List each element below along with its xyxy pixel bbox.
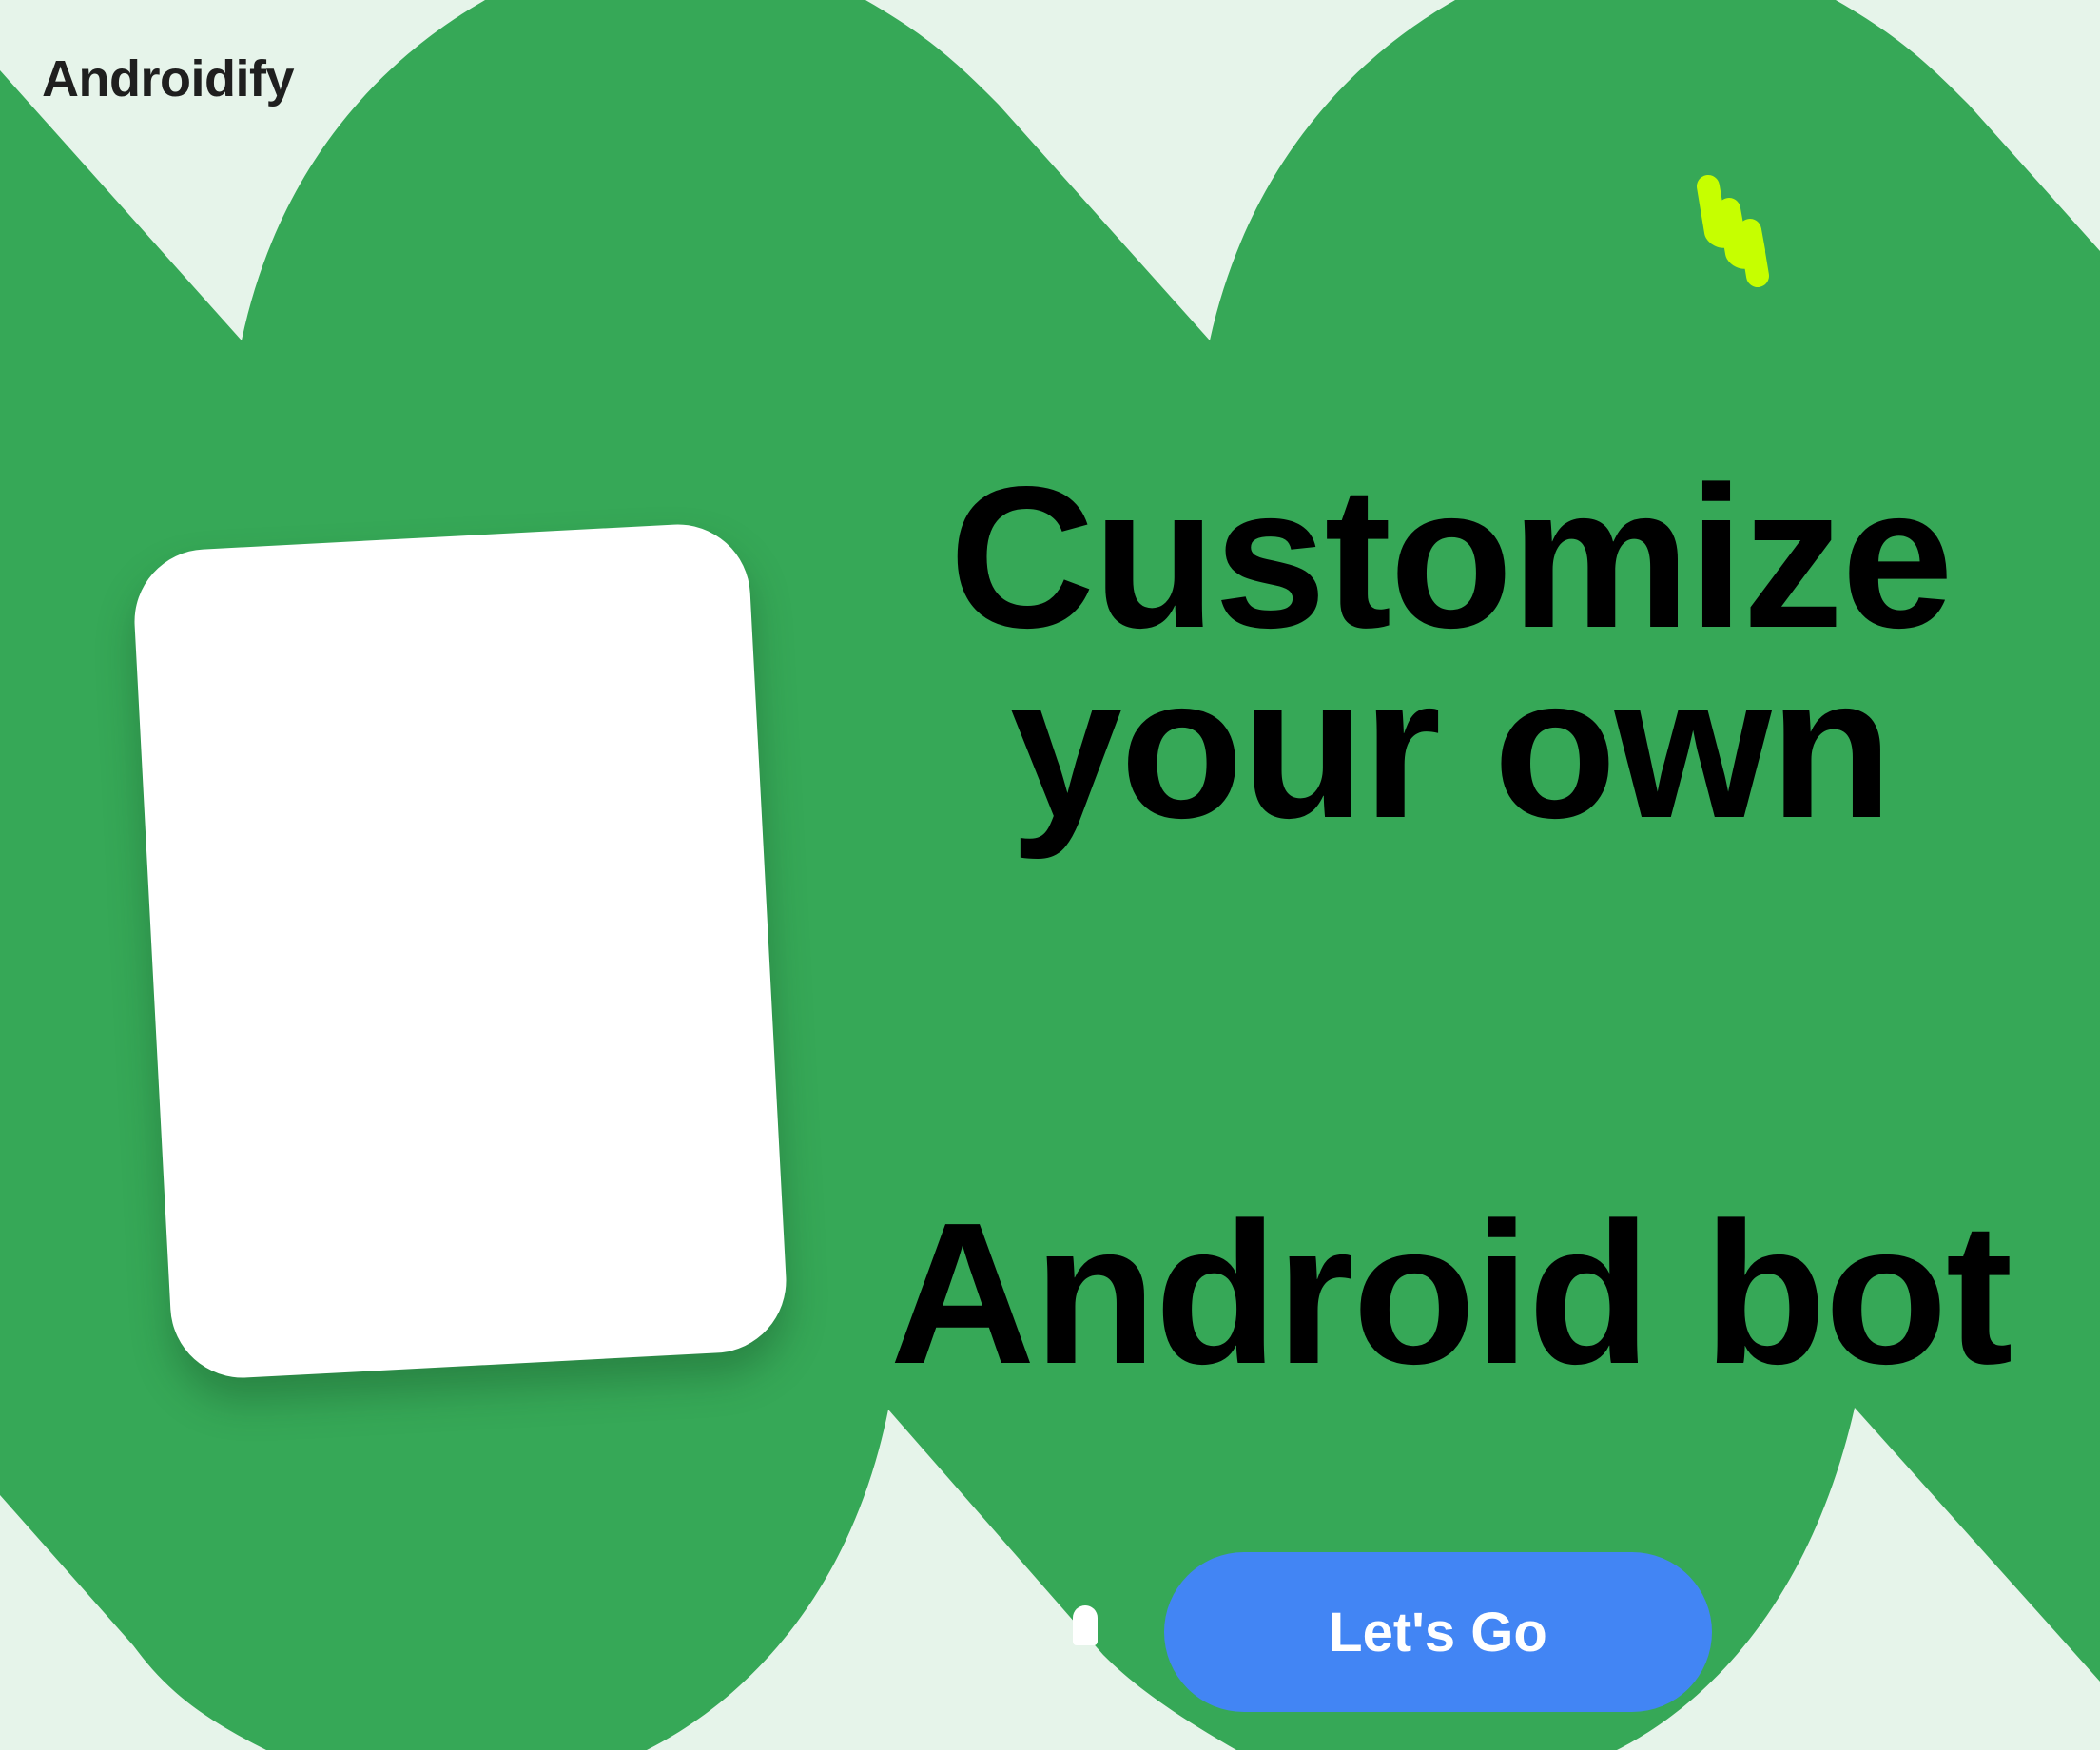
app-title: Androidify [42,50,294,107]
pager-indicator-icon [1073,1605,1098,1645]
squiggle-icon [1697,175,1769,287]
headline-line-2: your own [1009,634,1893,860]
headline-line-1: Customize [949,444,1954,670]
bot-preview-card [130,520,790,1382]
bot-preview-card-wrapper [130,520,790,1382]
squiggle-path [1697,175,1769,287]
headline-line-3: Android bot [889,1180,2013,1406]
lets-go-button[interactable]: Let's Go [1164,1552,1712,1712]
